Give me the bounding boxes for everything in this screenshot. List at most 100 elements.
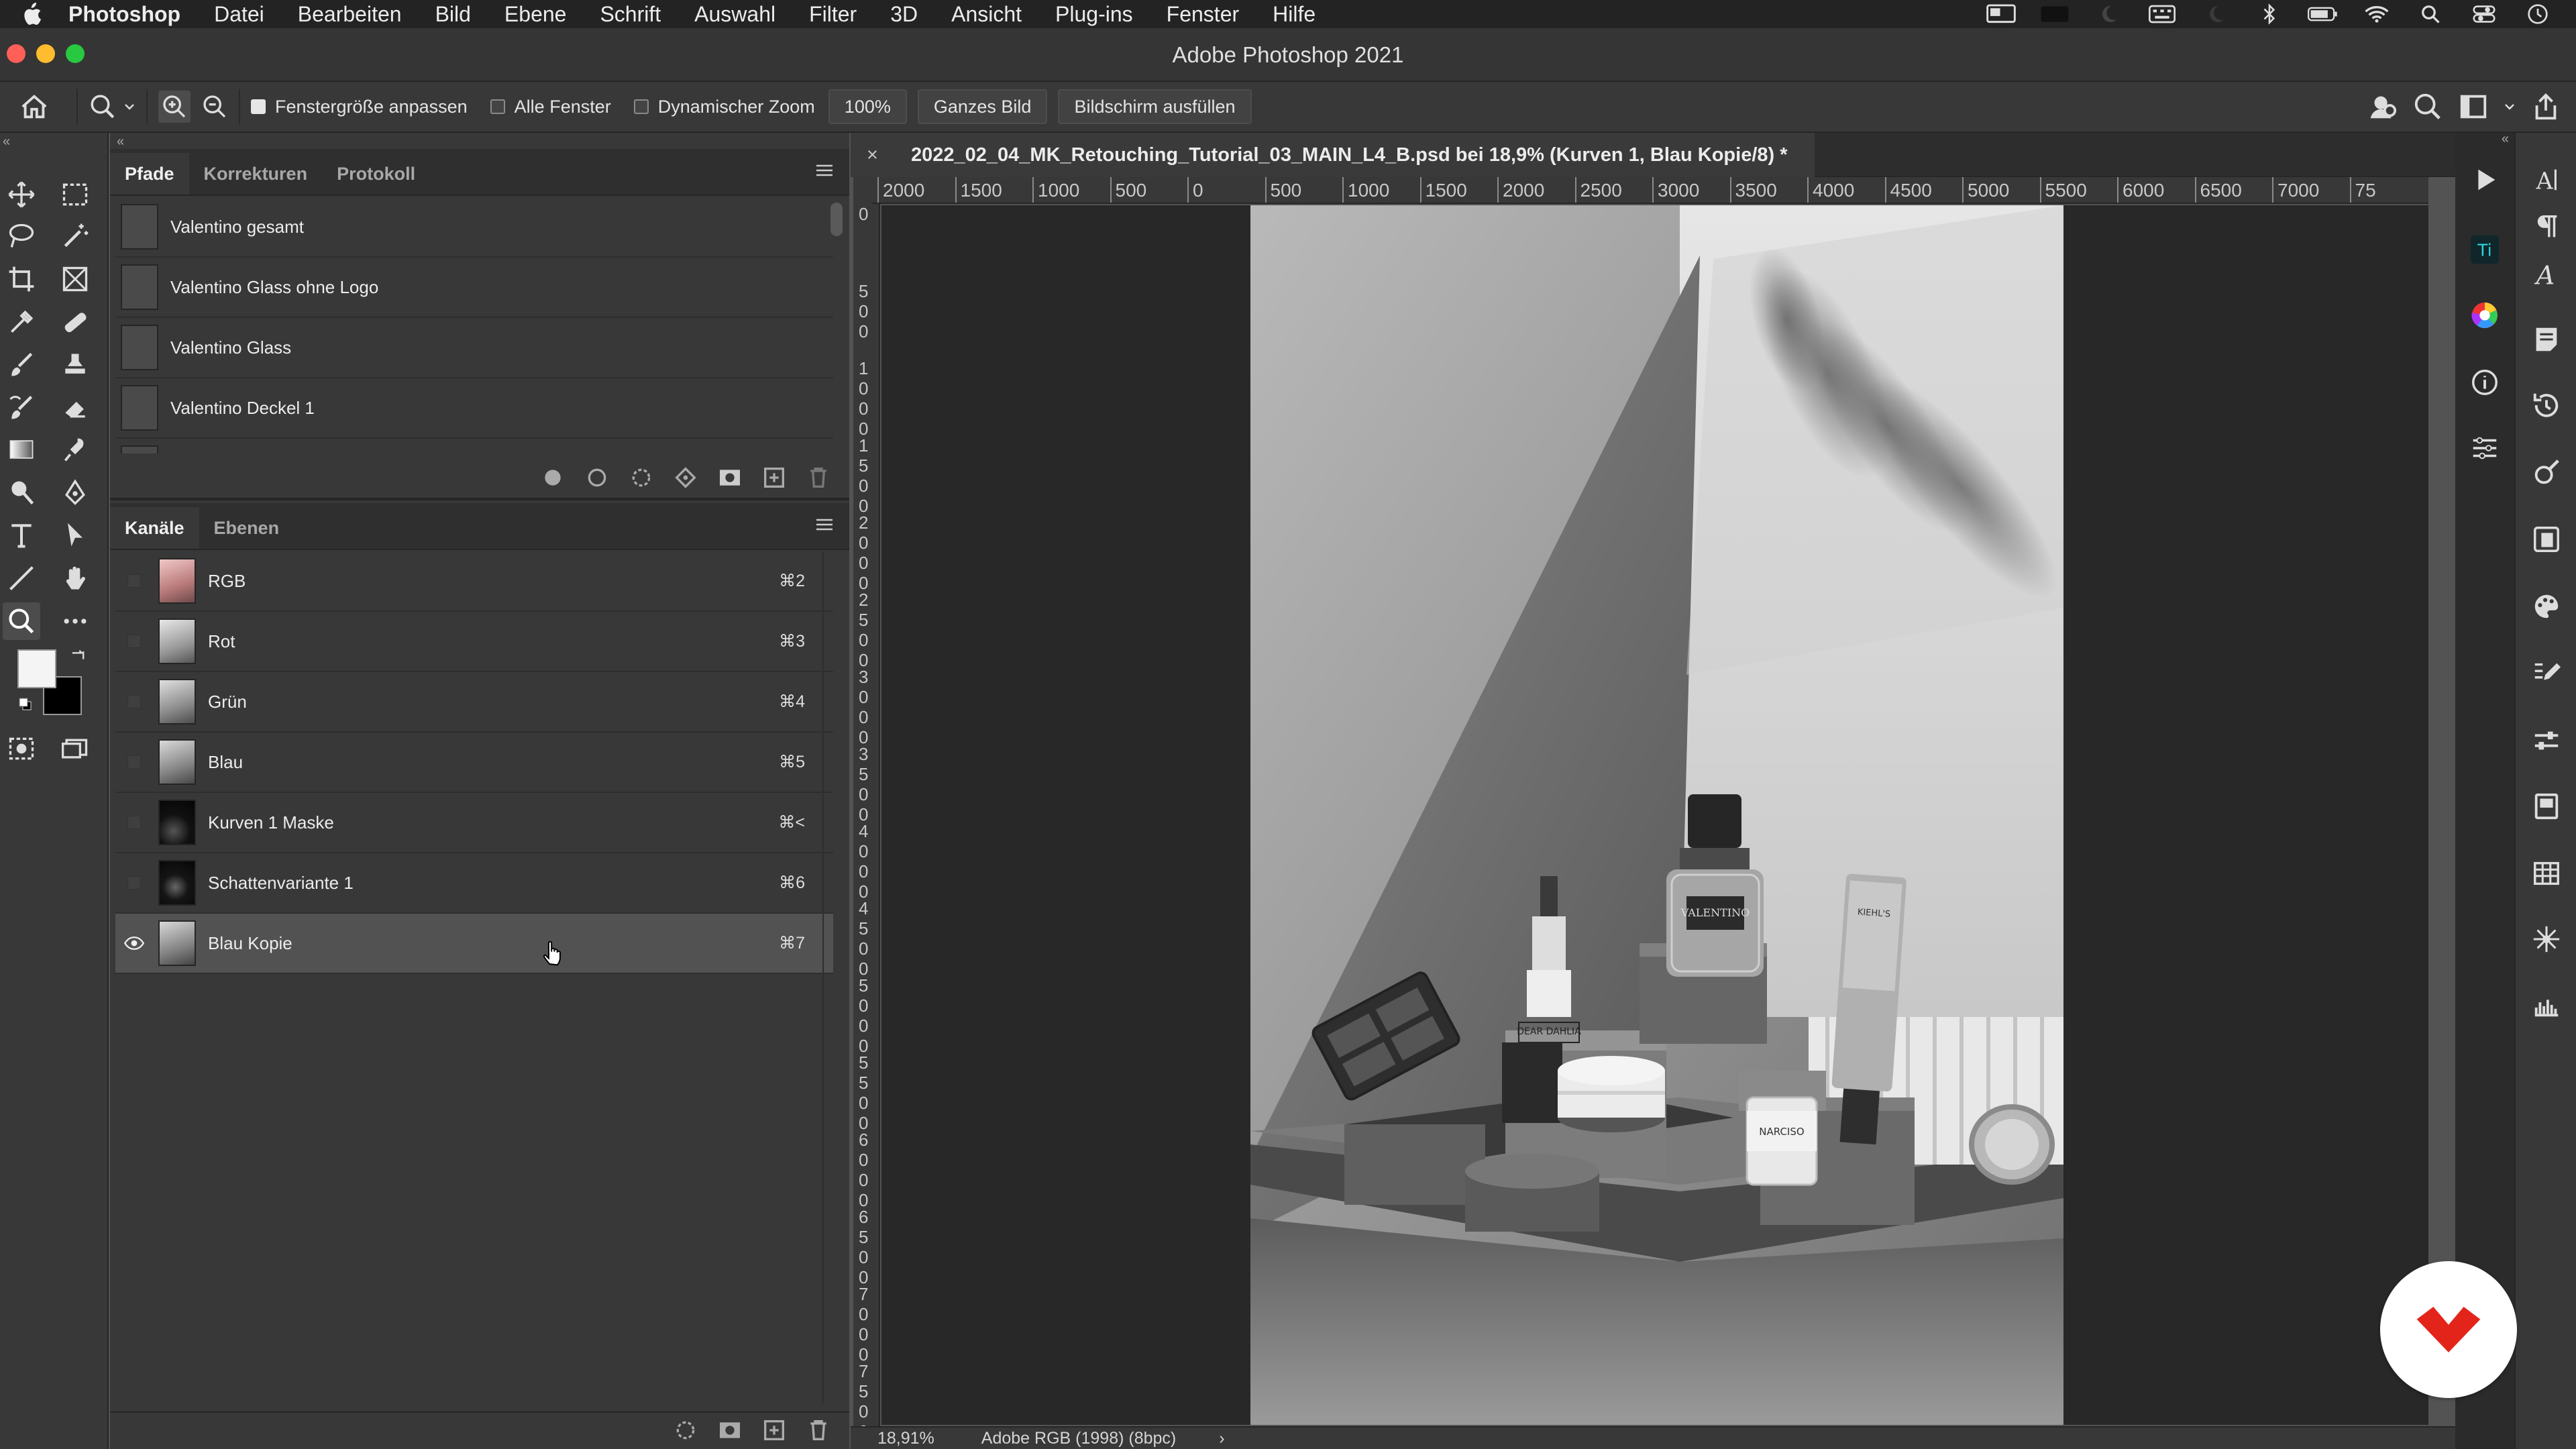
layer-comps-icon[interactable] [2528, 788, 2565, 825]
visibility-toggle[interactable] [115, 792, 153, 853]
delete-path-icon[interactable] [805, 464, 832, 491]
bluetooth-icon[interactable] [2254, 3, 2285, 25]
fill-path-icon[interactable] [539, 464, 566, 491]
character-panel-icon[interactable]: A [2528, 161, 2565, 199]
color-wheel-icon[interactable] [2466, 297, 2504, 334]
magic-wand-icon[interactable] [56, 217, 94, 255]
fill-screen-button[interactable]: Bildschirm ausfüllen [1058, 89, 1252, 124]
menu-datei[interactable]: Datei [214, 2, 264, 27]
hand-tool-icon[interactable] [56, 559, 94, 597]
collapse-panels-icon[interactable]: « [117, 134, 124, 150]
channel-row-blau[interactable]: Blau ⌘5 [115, 733, 833, 793]
channel-row-blau-kopie[interactable]: Blau Kopie ⌘7 [115, 914, 833, 974]
control-center-icon[interactable] [2469, 3, 2500, 25]
eyedropper-icon[interactable] [3, 303, 40, 341]
quick-mask-icon[interactable] [3, 730, 40, 767]
paragraph-panel-icon[interactable] [2528, 208, 2565, 246]
spotlight-search-icon[interactable] [2415, 3, 2446, 25]
list-item[interactable]: Valentino Deckel 1 [115, 378, 833, 439]
clock-icon[interactable] [2522, 3, 2553, 25]
tab-kanaele[interactable]: Kanäle [110, 507, 199, 549]
battery-icon[interactable] [2308, 3, 2339, 25]
plugin-ti-icon[interactable]: Ti [2466, 231, 2504, 268]
clone-stamp-icon[interactable] [56, 346, 94, 384]
recording-icon[interactable] [2039, 3, 2070, 25]
workspace-dropdown-icon[interactable] [2504, 91, 2517, 123]
menu-filter[interactable]: Filter [809, 2, 857, 27]
visibility-toggle[interactable] [115, 611, 153, 672]
collapse-tools-icon[interactable]: « [3, 134, 10, 150]
lasso-tool-icon[interactable] [3, 217, 40, 255]
visibility-toggle[interactable] [115, 732, 153, 792]
share-icon[interactable] [2530, 91, 2563, 123]
home-icon[interactable] [19, 91, 50, 122]
path-selection-icon[interactable] [56, 517, 94, 554]
fit-window-check-mark[interactable] [251, 99, 266, 114]
dodge-tool-icon[interactable] [3, 474, 40, 511]
display-icon[interactable] [1986, 3, 2017, 25]
line-tool-icon[interactable] [3, 559, 40, 597]
document-tab[interactable]: × 2022_02_04_MK_Retouching_Tutorial_03_M… [851, 133, 1815, 177]
default-colors-icon[interactable] [17, 696, 34, 712]
list-item[interactable]: Valentino gesamt [115, 197, 833, 258]
status-menu-icon[interactable]: › [1219, 1429, 1224, 1448]
fit-window-checkbox[interactable]: Fenstergröße anpassen [251, 97, 468, 117]
visibility-toggle[interactable] [115, 551, 153, 611]
workspace-icon[interactable] [2458, 91, 2490, 123]
more-tools-icon[interactable] [56, 602, 94, 640]
libraries-icon[interactable] [2528, 521, 2565, 558]
wifi-icon[interactable] [2361, 3, 2392, 25]
share-user-icon[interactable] [2367, 91, 2399, 123]
info-icon[interactable] [2466, 364, 2504, 401]
keyboard-icon[interactable] [2147, 3, 2178, 25]
play-actions-icon[interactable] [2466, 161, 2504, 199]
moon-icon-2[interactable] [2200, 3, 2231, 25]
dynamic-zoom-checkbox[interactable]: Dynamischer Zoom [633, 97, 815, 117]
menu-ebene[interactable]: Ebene [504, 2, 567, 27]
visibility-toggle[interactable] [115, 672, 153, 732]
delete-channel-icon[interactable] [805, 1417, 832, 1444]
marquee-tool-icon[interactable] [56, 176, 94, 213]
channel-row-kurven-maske[interactable]: Kurven 1 Maske ⌘< [115, 793, 833, 853]
tool-presets-icon[interactable] [2528, 655, 2565, 692]
new-channel-icon[interactable] [761, 1417, 788, 1444]
zoom-readout[interactable]: 18,91% [877, 1429, 934, 1448]
horizontal-ruler[interactable]: 2000 1500 1000 500 0 500 1000 1500 2000 2500 3000 3… [872, 177, 2428, 204]
search-icon[interactable] [2412, 91, 2445, 123]
eraser-tool-icon[interactable] [56, 389, 94, 427]
zoom-100-button[interactable]: 100% [828, 89, 907, 124]
list-item[interactable] [115, 439, 833, 453]
new-path-icon[interactable] [761, 464, 788, 491]
color-palette-icon[interactable] [2528, 588, 2565, 625]
canvas-area[interactable]: DEAR DAHLIA VALENTINO KIEHL'S NARCISO [881, 205, 2428, 1425]
apple-icon[interactable] [20, 2, 43, 26]
zoom-out-icon[interactable] [201, 93, 228, 120]
list-item[interactable]: Valentino Glass [115, 318, 833, 378]
menu-hilfe[interactable]: Hilfe [1273, 2, 1316, 27]
list-item[interactable]: Valentino Glass ohne Logo [115, 258, 833, 318]
type-tool-icon[interactable] [3, 517, 40, 554]
channel-row-rot[interactable]: Rot ⌘3 [115, 612, 833, 672]
close-window-button[interactable] [7, 44, 25, 63]
moon-icon[interactable] [2093, 3, 2124, 25]
tab-protokoll[interactable]: Protokoll [322, 153, 430, 195]
frame-tool-icon[interactable] [56, 260, 94, 298]
pen-tool-icon[interactable] [56, 474, 94, 511]
visibility-toggle[interactable] [115, 853, 153, 913]
glyphs-panel-icon[interactable]: A [2528, 255, 2565, 292]
fit-screen-button[interactable]: Ganzes Bild [917, 89, 1048, 124]
visibility-eye-icon[interactable] [115, 913, 153, 973]
load-path-selection-icon[interactable] [628, 464, 655, 491]
ruler-origin[interactable] [853, 177, 872, 204]
healing-brush-icon[interactable] [56, 303, 94, 341]
channel-row-gruen[interactable]: Grün ⌘4 [115, 672, 833, 733]
zoom-tool-preset-icon[interactable] [89, 93, 136, 121]
tab-ebenen[interactable]: Ebenen [199, 507, 294, 549]
channels-panel-menu-icon[interactable] [814, 517, 835, 533]
screen-mode-icon[interactable] [56, 730, 94, 767]
load-channel-selection-icon[interactable] [672, 1417, 699, 1444]
move-tool-icon[interactable] [3, 176, 40, 213]
crop-tool-icon[interactable] [3, 260, 40, 298]
channel-row-schattenvariante[interactable]: Schattenvariante 1 ⌘6 [115, 853, 833, 914]
zoom-window-button[interactable] [66, 44, 85, 63]
